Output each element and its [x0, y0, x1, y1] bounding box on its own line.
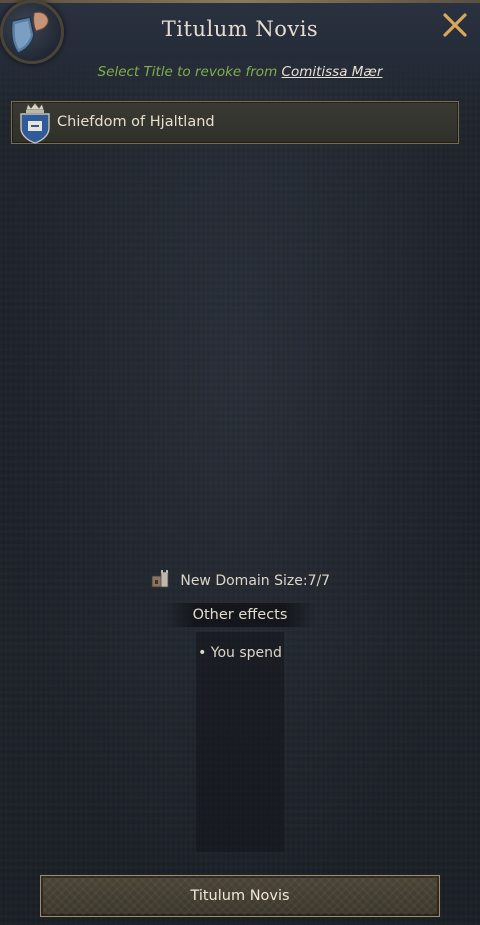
- window-title: Titulum Novis: [161, 17, 319, 41]
- instruction-text: Select Title to revoke from: [97, 64, 278, 80]
- domain-castle-icon: [150, 570, 170, 592]
- domain-size-value: 7/7: [307, 573, 331, 589]
- domain-size-line: New Domain Size:7/7: [0, 570, 480, 592]
- background-ghost-panel: [196, 632, 284, 852]
- target-character-link[interactable]: Comitissa Mær: [282, 64, 383, 80]
- close-button[interactable]: [440, 10, 470, 40]
- coat-of-arms-icon: [18, 102, 52, 148]
- title-option-label: Chiefdom of Hjaltland: [57, 114, 215, 130]
- spend-effect-line: • You spend: [198, 645, 282, 661]
- title-option-hjaltland[interactable]: Chiefdom of Hjaltland: [11, 101, 459, 144]
- close-icon: [443, 13, 467, 37]
- revoke-instruction: Select Title to revoke from Comitissa Mæ…: [0, 64, 480, 80]
- domain-size-label: New Domain Size:: [180, 573, 308, 589]
- revoke-title-window: Titulum Novis Select Title to revoke fro…: [0, 0, 480, 925]
- window-header: [0, 0, 480, 95]
- other-effects-header: Other effects: [165, 603, 315, 627]
- confirm-revoke-button[interactable]: Titulum Novis: [40, 875, 440, 917]
- top-border: [0, 0, 480, 3]
